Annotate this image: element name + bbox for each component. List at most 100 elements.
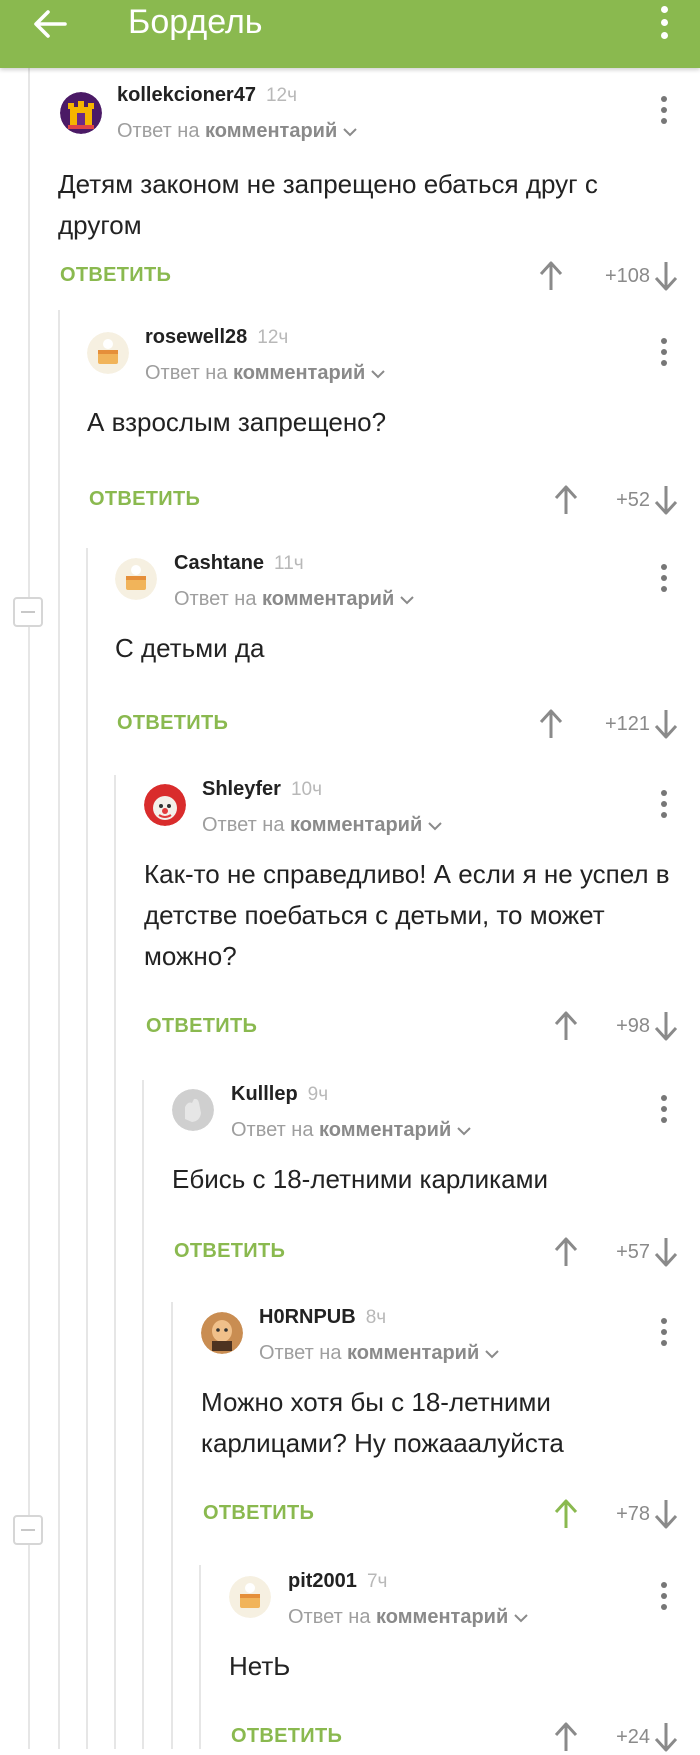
reply-to-target[interactable]: комментарий [376, 1606, 508, 1628]
comment-score: +108 [604, 265, 650, 287]
comment: rosewell28 12ч Ответ на комментарий А взр… [0, 310, 700, 536]
comment-score: +52 [616, 489, 650, 511]
username[interactable]: kollekcioner47 [117, 84, 256, 106]
reply-to-prefix: Ответ на [117, 120, 200, 142]
comment-score: +121 [604, 713, 650, 735]
downvote-arrow-icon[interactable] [652, 258, 680, 294]
comment: pit2001 7ч Ответ на комментарий НетЬ ОТВЕ… [0, 1554, 700, 1752]
reply-to-prefix: Ответ на [259, 1342, 342, 1364]
reply-button[interactable]: ОТВЕТИТЬ [89, 488, 200, 511]
reply-to-prefix: Ответ на [145, 362, 228, 384]
reply-to[interactable]: Ответ на комментарий [174, 588, 414, 611]
reply-to[interactable]: Ответ на комментарий [259, 1342, 499, 1365]
comment-author[interactable]: rosewell28 12ч [145, 326, 288, 349]
reply-to[interactable]: Ответ на комментарий [202, 814, 442, 837]
comment-time: 12ч [257, 327, 289, 348]
username[interactable]: Kulllep [231, 1083, 298, 1105]
reply-to[interactable]: Ответ на комментарий [145, 362, 385, 385]
comment-text: НетЬ [229, 1651, 291, 1681]
arrow-left-icon [34, 10, 67, 38]
downvote-arrow-icon[interactable] [652, 1496, 680, 1532]
reply-to-target[interactable]: комментарий [319, 1119, 451, 1141]
comment-author[interactable]: pit2001 7ч [288, 1570, 387, 1593]
reply-to[interactable]: Ответ на комментарий [288, 1606, 528, 1629]
comment-score: +78 [616, 1503, 650, 1525]
more-vertical-icon[interactable] [654, 1578, 674, 1614]
comment-text: Как-то не справедливо! А если я не успел… [144, 859, 670, 971]
grey-hand-avatar[interactable] [172, 1089, 214, 1131]
page-title: Бордель [128, 3, 263, 41]
app-bar: Бордель [0, 0, 700, 68]
upvote-arrow-icon[interactable] [537, 258, 565, 294]
reply-button[interactable]: ОТВЕТИТЬ [231, 1725, 342, 1748]
username[interactable]: Shleyfer [202, 778, 281, 800]
reply-to-target[interactable]: комментарий [347, 1342, 479, 1364]
reply-to-target[interactable]: комментарий [233, 362, 365, 384]
comment: Shleyfer 10ч Ответ на комментарий Как-то … [0, 762, 700, 1062]
cake-avatar[interactable] [115, 558, 157, 600]
comment-text: Ебись с 18-летними карликами [172, 1164, 548, 1194]
more-vertical-icon[interactable] [654, 786, 674, 822]
chevron-down-icon[interactable] [428, 821, 442, 831]
comment-author[interactable]: Cashtane 11ч [174, 552, 304, 575]
comment-score: +24 [616, 1726, 650, 1748]
reply-button[interactable]: ОТВЕТИТЬ [117, 712, 228, 735]
comment-author[interactable]: Shleyfer 10ч [202, 778, 322, 801]
reply-button[interactable]: ОТВЕТИТЬ [203, 1502, 314, 1525]
more-vertical-icon[interactable] [654, 2, 674, 42]
comment-time: 10ч [290, 779, 322, 800]
downvote-arrow-icon[interactable] [652, 1234, 680, 1270]
reply-button[interactable]: ОТВЕТИТЬ [60, 264, 171, 287]
chevron-down-icon[interactable] [400, 595, 414, 605]
more-vertical-icon[interactable] [654, 560, 674, 596]
back-button[interactable] [28, 4, 72, 44]
reply-button[interactable]: ОТВЕТИТЬ [146, 1015, 257, 1038]
comment-time: 9ч [307, 1084, 329, 1105]
tower-avatar[interactable] [60, 92, 102, 134]
reply-to-prefix: Ответ на [288, 1606, 371, 1628]
username[interactable]: H0RNPUB [259, 1306, 356, 1328]
comment: H0RNPUB 8ч Ответ на комментарий Можно хот… [0, 1290, 700, 1554]
reply-button[interactable]: ОТВЕТИТЬ [174, 1240, 285, 1263]
downvote-arrow-icon[interactable] [652, 1008, 680, 1044]
cake-avatar[interactable] [87, 332, 129, 374]
more-vertical-icon[interactable] [654, 334, 674, 370]
comment-author[interactable]: H0RNPUB 8ч [259, 1306, 386, 1329]
clown-avatar[interactable] [144, 784, 186, 826]
comment: Cashtane 11ч Ответ на комментарий С детьм… [0, 536, 700, 762]
comment: Kulllep 9ч Ответ на комментарий Ебись с 1… [0, 1067, 700, 1289]
reply-to-target[interactable]: комментарий [205, 120, 337, 142]
comment-author[interactable]: Kulllep 9ч [231, 1083, 328, 1106]
username[interactable]: pit2001 [288, 1570, 357, 1592]
chevron-down-icon[interactable] [514, 1613, 528, 1623]
more-vertical-icon[interactable] [654, 1091, 674, 1127]
reply-to-prefix: Ответ на [174, 588, 257, 610]
comment-text: А взрослым запрещено? [87, 407, 387, 437]
reply-to[interactable]: Ответ на комментарий [117, 120, 357, 143]
comment-text: Детям законом не запрещено ебаться друг … [58, 169, 598, 240]
bald-man-avatar[interactable] [201, 1312, 243, 1354]
reply-to[interactable]: Ответ на комментарий [231, 1119, 471, 1142]
chevron-down-icon[interactable] [457, 1126, 471, 1136]
comment-time: 7ч [366, 1571, 388, 1592]
comment-time: 8ч [365, 1307, 387, 1328]
chevron-down-icon[interactable] [343, 127, 357, 137]
reply-to-target[interactable]: комментарий [262, 588, 394, 610]
chevron-down-icon[interactable] [485, 1349, 499, 1359]
cake-avatar[interactable] [229, 1576, 271, 1618]
comment-time: 12ч [265, 85, 298, 106]
comment: kollekcioner47 12ч Ответ на комментарий Д… [0, 68, 700, 310]
more-vertical-icon[interactable] [654, 1314, 674, 1350]
reply-to-target[interactable]: комментарий [290, 814, 422, 836]
username[interactable]: rosewell28 [145, 326, 247, 348]
downvote-arrow-icon[interactable] [652, 482, 680, 518]
comment-text: С детьми да [115, 633, 265, 663]
downvote-arrow-icon[interactable] [652, 706, 680, 742]
comment-author[interactable]: kollekcioner47 12ч [117, 84, 297, 107]
upvote-arrow-icon[interactable] [537, 706, 565, 742]
downvote-arrow-icon[interactable] [652, 1719, 680, 1755]
more-vertical-icon[interactable] [654, 92, 674, 128]
reply-to-prefix: Ответ на [202, 814, 285, 836]
username[interactable]: Cashtane [174, 552, 264, 574]
chevron-down-icon[interactable] [371, 369, 385, 379]
